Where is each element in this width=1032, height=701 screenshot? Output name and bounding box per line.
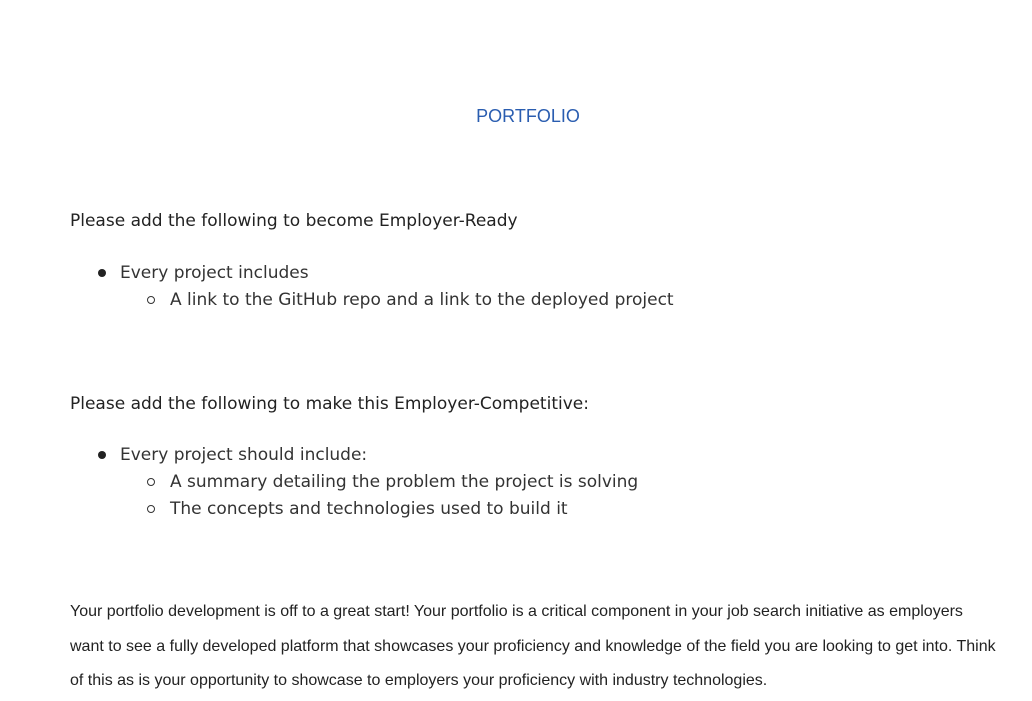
list-item: Every project should include:	[70, 443, 638, 470]
list-subitem-label: A summary detailing the problem the proj…	[170, 472, 639, 492]
bullet-disc-icon	[98, 451, 106, 459]
bullet-circle-icon	[147, 478, 155, 486]
bullet-circle-icon	[147, 296, 155, 304]
employer-ready-list: Every project includes A link to the Git…	[70, 261, 674, 315]
employer-competitive-heading: Please add the following to make this Em…	[70, 394, 589, 414]
bullet-disc-icon	[98, 269, 106, 277]
list-subitem: A link to the GitHub repo and a link to …	[70, 288, 674, 315]
bullet-circle-icon	[147, 505, 155, 513]
list-item-label: Every project includes	[120, 263, 309, 283]
employer-competitive-list: Every project should include: A summary …	[70, 443, 638, 524]
list-item-label: Every project should include:	[120, 445, 368, 465]
summary-paragraph: Your portfolio development is off to a g…	[70, 603, 996, 689]
list-subitem-label: A link to the GitHub repo and a link to …	[170, 290, 674, 310]
list-subitem: The concepts and technologies used to bu…	[70, 497, 638, 524]
list-item: Every project includes	[70, 261, 674, 288]
page-title: PORTFOLIO	[476, 106, 580, 126]
list-subitem-label: The concepts and technologies used to bu…	[170, 499, 568, 519]
employer-ready-heading: Please add the following to become Emplo…	[70, 211, 518, 231]
list-subitem: A summary detailing the problem the proj…	[70, 470, 638, 497]
